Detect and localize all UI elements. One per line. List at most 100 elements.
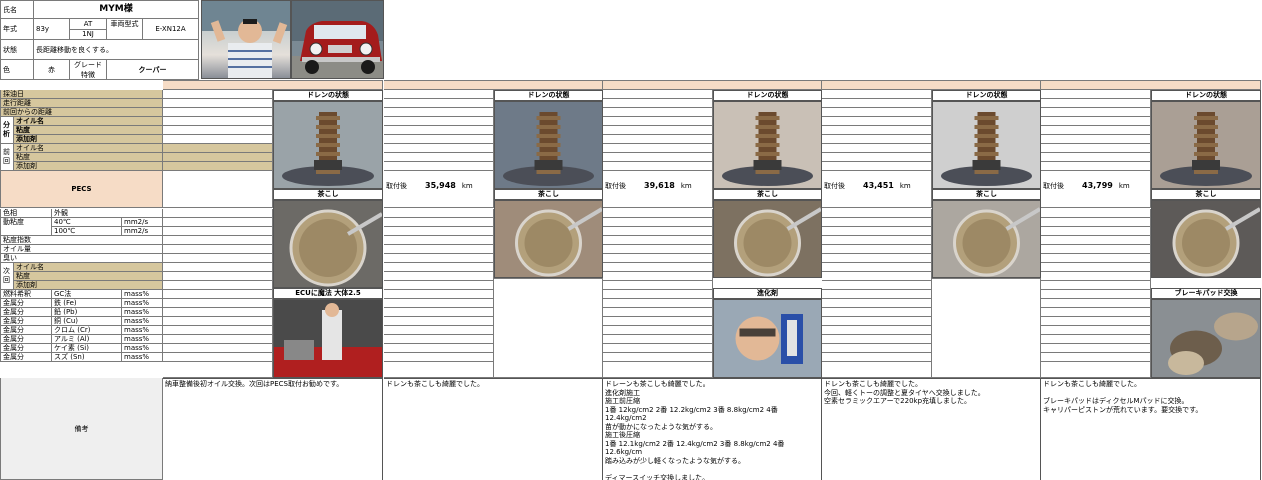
visit-appearance bbox=[163, 209, 273, 218]
visit-since-last bbox=[163, 108, 273, 117]
visit-odometer bbox=[603, 99, 713, 108]
label-mass-cu: mass% bbox=[122, 317, 163, 326]
visit-notes: ドレンも茶こしも綺麗でした。 ブレーキパッドはディクセルMパッドに交換。 キャリ… bbox=[1041, 378, 1261, 480]
visit-notes: 納車整備後初オイル交換。次回はPECS取付お勧めです。 bbox=[163, 378, 383, 480]
visit-next-additive bbox=[384, 281, 494, 290]
visit-cu bbox=[384, 317, 494, 326]
label-unit-100: mm2/s bbox=[122, 227, 163, 236]
visit-kin40 bbox=[603, 218, 713, 227]
drain-label: ドレンの状態 bbox=[713, 90, 822, 101]
visit-pecs-detail: 取付後 35,948 km bbox=[384, 181, 494, 208]
label-pecs: PECS bbox=[0, 171, 163, 208]
label-cu: 銅 (Cu) bbox=[52, 317, 122, 326]
shinka-label: 進化剤 bbox=[713, 288, 822, 299]
label-date: 採油日 bbox=[0, 90, 163, 99]
visit-prev-additive bbox=[822, 162, 932, 171]
label-analysis-group: 分析 bbox=[0, 117, 14, 144]
visit-pb bbox=[163, 308, 273, 317]
visit-cu bbox=[1041, 317, 1151, 326]
label-cr: クロム (Cr) bbox=[52, 326, 122, 335]
visit-next-oil bbox=[822, 263, 932, 272]
visit-smell bbox=[822, 254, 932, 263]
pecs-km-value: 35,948 bbox=[425, 181, 456, 190]
visit-since-last bbox=[384, 108, 494, 117]
visit-fe bbox=[163, 299, 273, 308]
visit-al bbox=[163, 335, 273, 344]
label-next-additive: 添加剤 bbox=[14, 281, 163, 290]
visit-fe bbox=[603, 299, 713, 308]
drain-label: ドレンの状態 bbox=[932, 90, 1041, 101]
label-sn: スズ (Sn) bbox=[52, 353, 122, 362]
visit-vi bbox=[384, 236, 494, 245]
pecs-km-value: 39,618 bbox=[644, 181, 675, 190]
strainer-label: 茶こし bbox=[932, 189, 1041, 200]
strainer-label: 茶こし bbox=[494, 189, 603, 200]
visit-additive bbox=[384, 135, 494, 144]
label-metal-sn: 金属分 bbox=[0, 353, 52, 362]
visit-pecs-detail: 取付後 43,451 km bbox=[822, 181, 932, 208]
visit-viscosity bbox=[603, 126, 713, 135]
visit-since-last bbox=[603, 108, 713, 117]
visit-pecs-status bbox=[822, 171, 932, 181]
strainer-photo bbox=[713, 200, 822, 278]
visit-next-viscosity bbox=[163, 272, 273, 281]
visit-date bbox=[384, 90, 494, 99]
visit-spacer bbox=[822, 362, 932, 378]
transmission-value: AT bbox=[70, 19, 107, 30]
visit-prev-viscosity bbox=[1041, 153, 1151, 162]
visit-pb bbox=[384, 308, 494, 317]
visit-notes: ドレンも茶こしも綺麗でした。 bbox=[384, 378, 603, 480]
label-prev-additive: 添加剤 bbox=[14, 162, 163, 171]
visit-kin100 bbox=[603, 227, 713, 236]
drain-photo bbox=[1151, 101, 1261, 189]
visit-kin100 bbox=[822, 227, 932, 236]
visit-prev-oil bbox=[384, 144, 494, 153]
visit-next-viscosity bbox=[603, 272, 713, 281]
label-mass-fuel: mass% bbox=[122, 290, 163, 299]
visit-oil-name bbox=[822, 117, 932, 126]
color-value: 赤 bbox=[34, 60, 70, 80]
brake-label: ブレーキパッド交換 bbox=[1151, 288, 1261, 299]
visit-oil-amount bbox=[384, 245, 494, 254]
label-al: アルミ (Al) bbox=[52, 335, 122, 344]
photo-blank bbox=[932, 278, 1041, 378]
visit-kin40 bbox=[822, 218, 932, 227]
visit-fe bbox=[822, 299, 932, 308]
visit-appearance bbox=[603, 209, 713, 218]
customer-photo bbox=[201, 0, 291, 79]
label-next-viscosity: 粘度 bbox=[14, 272, 163, 281]
label-oil-name: オイル名 bbox=[14, 117, 163, 126]
visit-vi bbox=[163, 236, 273, 245]
label-next-group: 次回 bbox=[0, 263, 14, 290]
visit-viscosity bbox=[822, 126, 932, 135]
visit-kin40 bbox=[163, 218, 273, 227]
visit-oil-amount bbox=[163, 245, 273, 254]
label-unit-40: mm2/s bbox=[122, 218, 163, 227]
visit-additive bbox=[822, 135, 932, 144]
visit-si bbox=[163, 344, 273, 353]
visit-next-oil bbox=[603, 263, 713, 272]
visit-header bbox=[1041, 80, 1261, 90]
visit-since-last bbox=[1041, 108, 1151, 117]
visit-oil-name bbox=[603, 117, 713, 126]
visit-smell bbox=[603, 254, 713, 263]
label-additive: 添加剤 bbox=[14, 135, 163, 144]
visit-viscosity bbox=[384, 126, 494, 135]
visit-prev-oil bbox=[163, 144, 273, 153]
car-photo bbox=[291, 0, 384, 79]
visit-notes: ドレンも茶こしも綺麗でした。 今回、軽くトーの調整と夏タイヤへ交換しました。 空… bbox=[822, 378, 1041, 480]
visit-fuel bbox=[822, 290, 932, 299]
visit-pecs-detail bbox=[163, 181, 273, 208]
visit-since-last bbox=[822, 108, 932, 117]
label-mass-al: mass% bbox=[122, 335, 163, 344]
visit-date bbox=[1041, 90, 1151, 99]
visit-kin40 bbox=[384, 218, 494, 227]
label-odometer: 走行距離 bbox=[0, 99, 163, 108]
visit-next-viscosity bbox=[822, 272, 932, 281]
visit-pb bbox=[822, 308, 932, 317]
visit-kin100 bbox=[384, 227, 494, 236]
visit-fuel bbox=[1041, 290, 1151, 299]
visit-next-oil bbox=[384, 263, 494, 272]
label-mass-cr: mass% bbox=[122, 326, 163, 335]
visit-appearance bbox=[384, 209, 494, 218]
